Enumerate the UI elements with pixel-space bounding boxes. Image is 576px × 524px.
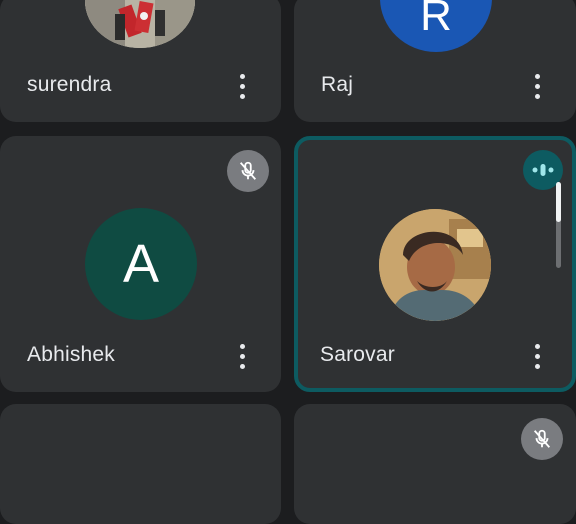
initial-avatar: A: [85, 208, 197, 320]
participant-name: surendra: [27, 73, 112, 96]
more-options-button[interactable]: [230, 66, 254, 106]
more-vert-icon: [239, 73, 245, 79]
more-vert-icon: [239, 343, 245, 349]
muted-badge: [227, 150, 269, 192]
more-options-button[interactable]: [525, 336, 549, 376]
mic-off-icon: [533, 429, 551, 448]
participant-tile-abhishek[interactable]: A Abhishek: [0, 136, 281, 392]
more-vert-icon-dot: [534, 93, 540, 99]
mic-off-icon: [239, 161, 257, 180]
more-vert-icon-dot: [239, 353, 245, 359]
more-options-button[interactable]: [525, 66, 549, 106]
participant-tile-sarovar[interactable]: Sarovar: [294, 136, 576, 392]
more-vert-icon-dot: [534, 353, 540, 359]
more-vert-icon-dot: [239, 83, 245, 89]
initial-avatar: R: [380, 0, 492, 52]
scrollbar-thumb[interactable]: [556, 182, 561, 222]
more-vert-icon-dot: [239, 363, 245, 369]
avatar-initial: A: [122, 234, 160, 294]
more-vert-icon-dot: [239, 93, 245, 99]
participant-name: Abhishek: [27, 343, 115, 366]
muted-badge: [521, 418, 563, 460]
profile-photo-icon: [379, 209, 491, 321]
avatar-initial: R: [420, 0, 452, 40]
audio-level-icon: [532, 164, 554, 176]
participant-name: Sarovar: [320, 343, 395, 366]
more-options-button[interactable]: [230, 336, 254, 376]
participant-photo-avatar: [379, 209, 491, 321]
participant-tile[interactable]: [294, 404, 576, 524]
more-vert-icon-dot: [534, 363, 540, 369]
more-vert-icon: [534, 73, 540, 79]
participant-tile-surendra[interactable]: surendra: [0, 0, 281, 122]
more-vert-icon-dot: [534, 83, 540, 89]
more-vert-icon: [534, 343, 540, 349]
participant-photo-avatar: [85, 0, 195, 48]
press-photo-icon: [85, 0, 195, 48]
participant-name: Raj: [321, 73, 354, 96]
participant-tile-raj[interactable]: R Raj: [294, 0, 576, 122]
participant-tile[interactable]: [0, 404, 281, 524]
